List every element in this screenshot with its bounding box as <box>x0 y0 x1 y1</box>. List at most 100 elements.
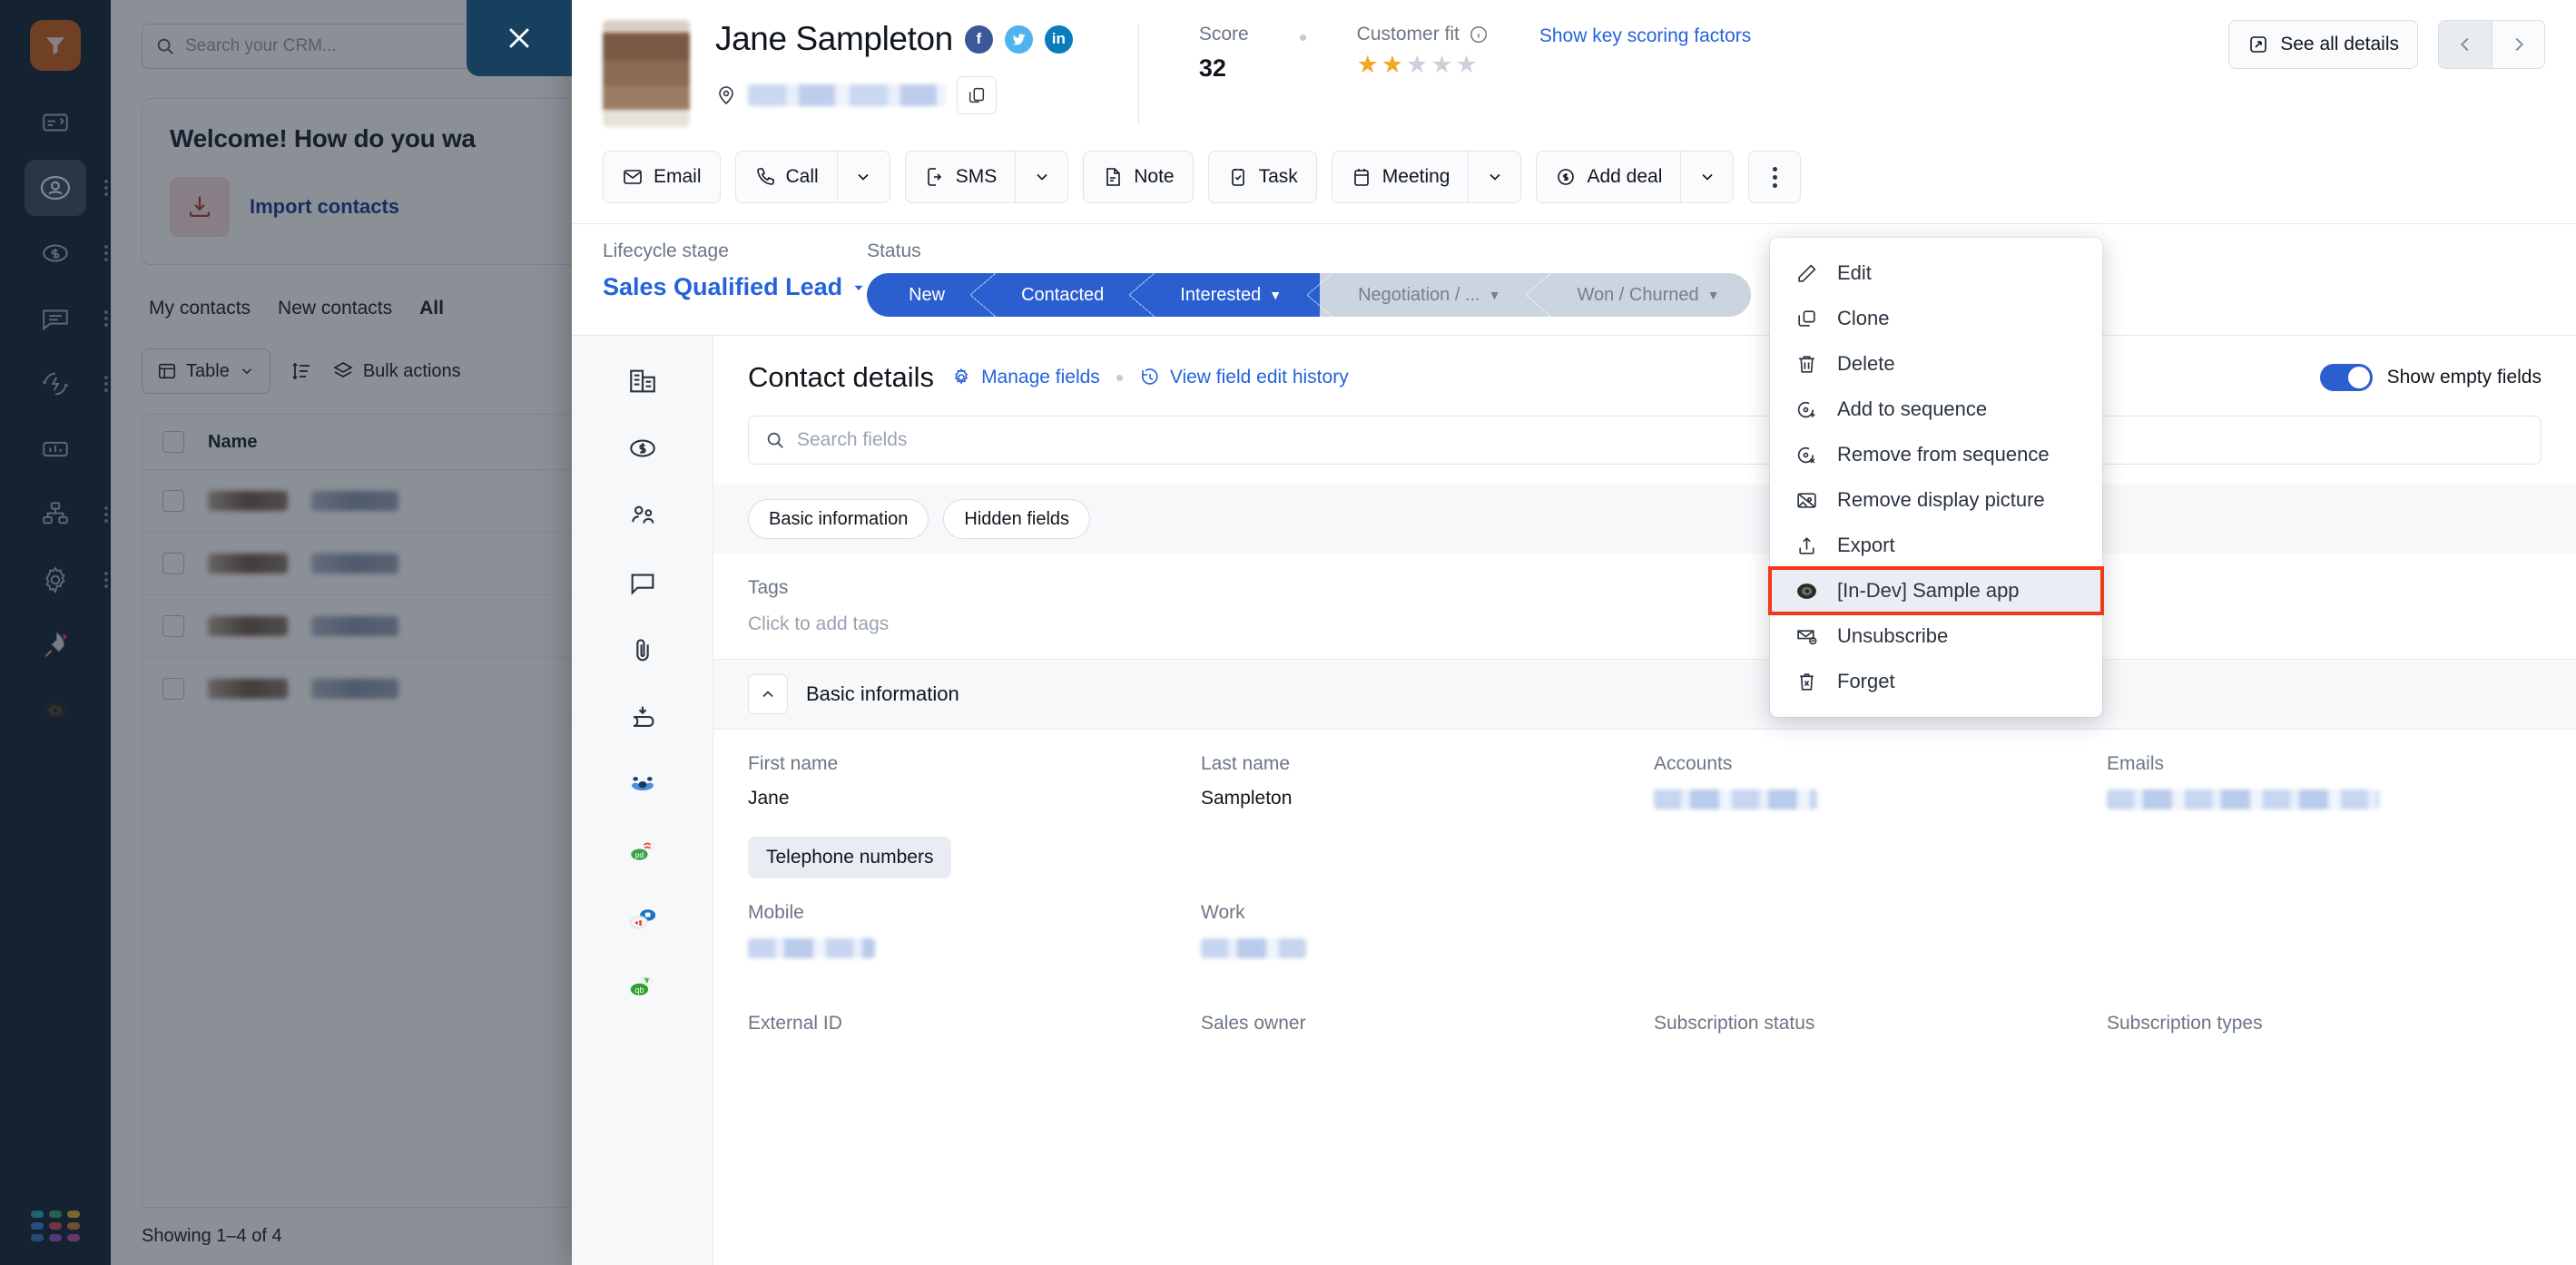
search-fields-input[interactable]: Search fields <box>748 416 2542 465</box>
select-all-checkbox[interactable] <box>162 431 184 453</box>
nav-item-marketplace[interactable] <box>25 617 86 673</box>
menu-item-unsubscribe[interactable]: Unsubscribe <box>1770 613 2102 659</box>
contacts-icon[interactable] <box>623 495 663 535</box>
bulk-actions-button[interactable]: Bulk actions <box>332 360 461 382</box>
menu-item-sample-app[interactable]: [In-Dev] Sample app <box>1768 566 2104 615</box>
meeting-button[interactable]: Meeting <box>1331 151 1522 203</box>
field-external-id: External ID <box>748 1013 1183 1035</box>
menu-item-label: Edit <box>1837 261 1872 284</box>
menu-item-export[interactable]: Export <box>1770 523 2102 568</box>
deals-icon[interactable] <box>623 428 663 468</box>
nav-item-menu-dots[interactable] <box>104 177 108 199</box>
crm-search-input[interactable]: Search your CRM... <box>142 24 500 69</box>
add-deal-button[interactable]: Add deal <box>1536 151 1735 203</box>
status-step-won-churned[interactable]: Won / Churned ▼ <box>1539 273 1751 317</box>
field-value[interactable]: Jane <box>748 788 1183 809</box>
row-checkbox[interactable] <box>162 678 184 700</box>
nav-item-menu-dots[interactable] <box>104 373 108 395</box>
nav-item-menu-dots[interactable] <box>104 242 108 264</box>
previous-record-button[interactable] <box>2439 21 2492 68</box>
nav-item-contacts[interactable] <box>25 160 108 216</box>
menu-item-remove-display-picture[interactable]: Remove display picture <box>1770 477 2102 523</box>
see-all-details-button[interactable]: See all details <box>2228 20 2418 69</box>
sort-button[interactable] <box>290 360 312 382</box>
app-logo[interactable] <box>30 20 81 71</box>
app-blue-icon[interactable] <box>623 898 663 938</box>
redacted-value[interactable] <box>2107 789 2379 809</box>
redacted-value[interactable] <box>1654 789 1817 809</box>
column-header-name[interactable]: Name <box>208 432 257 453</box>
menu-item-forget[interactable]: Forget <box>1770 659 2102 704</box>
tab-all[interactable]: All <box>412 289 464 332</box>
nav-item-deals[interactable] <box>25 225 108 281</box>
row-checkbox[interactable] <box>162 615 184 637</box>
status-step-negotiation[interactable]: Negotiation / ... ▼ <box>1320 273 1552 317</box>
show-empty-fields-toggle[interactable] <box>2319 364 2373 391</box>
add-deal-label: Add deal <box>1587 166 1663 187</box>
nav-item-conversations[interactable] <box>25 290 108 347</box>
view-type-button[interactable]: Table <box>142 348 270 394</box>
chip-hidden-fields[interactable]: Hidden fields <box>943 499 1091 539</box>
menu-item-edit[interactable]: Edit <box>1770 250 2102 296</box>
task-button[interactable]: Task <box>1207 151 1317 203</box>
nav-item-dashboard[interactable] <box>25 94 86 151</box>
app-switcher-grid[interactable] <box>31 1211 80 1241</box>
nav-item-menu-dots[interactable] <box>104 569 108 591</box>
status-step-new[interactable]: New <box>867 273 997 317</box>
sms-dropdown-toggle[interactable] <box>1015 152 1067 202</box>
call-button[interactable]: Call <box>734 151 890 203</box>
company-icon[interactable] <box>623 361 663 401</box>
show-key-scoring-factors-link[interactable]: Show key scoring factors <box>1539 24 1751 83</box>
nav-item-sample-app[interactable] <box>25 682 86 739</box>
linkedin-icon[interactable]: in <box>1044 25 1073 54</box>
nav-item-menu-dots[interactable] <box>104 308 108 329</box>
menu-item-add-to-sequence[interactable]: Add to sequence <box>1770 387 2102 432</box>
menu-item-delete[interactable]: Delete <box>1770 341 2102 387</box>
app-bear-icon[interactable] <box>623 764 663 804</box>
nav-item-automation[interactable] <box>25 356 108 412</box>
tab-my-contacts[interactable]: My contacts <box>142 289 270 332</box>
redacted-value[interactable] <box>1201 938 1306 958</box>
status-step-contacted[interactable]: Contacted <box>983 273 1155 317</box>
row-checkbox[interactable] <box>162 490 184 512</box>
chip-basic-information[interactable]: Basic information <box>748 499 929 539</box>
nav-item-apps[interactable] <box>25 486 108 543</box>
nav-item-settings[interactable] <box>25 552 108 608</box>
conversations-icon[interactable] <box>623 563 663 603</box>
activities-icon[interactable] <box>623 697 663 737</box>
copy-icon[interactable] <box>957 76 997 114</box>
close-icon[interactable] <box>467 0 572 76</box>
customer-fit-stars[interactable]: ★ ★ ★ ★ ★ <box>1357 53 1489 77</box>
email-button[interactable]: Email <box>603 151 721 203</box>
section-header-basic-information: Basic information <box>713 659 2576 730</box>
collapse-section-button[interactable] <box>748 674 788 714</box>
note-button[interactable]: Note <box>1083 151 1194 203</box>
add-deal-dropdown-toggle[interactable] <box>1680 152 1733 202</box>
attachments-icon[interactable] <box>623 630 663 670</box>
menu-item-clone[interactable]: Clone <box>1770 296 2102 341</box>
nav-item-reports[interactable] <box>25 421 86 477</box>
lifecycle-stage-value[interactable]: Sales Qualified Lead <box>603 273 867 301</box>
manage-fields-link[interactable]: Manage fields <box>950 367 1100 388</box>
more-actions-button[interactable] <box>1748 151 1802 203</box>
meeting-dropdown-toggle[interactable] <box>1468 152 1520 202</box>
import-contacts-link[interactable]: Import contacts <box>250 195 399 219</box>
app-pandadoc-icon[interactable]: pd <box>623 831 663 871</box>
facebook-icon[interactable]: f <box>964 25 993 54</box>
tab-new-contacts[interactable]: New contacts <box>270 289 412 332</box>
nav-item-menu-dots[interactable] <box>104 504 108 525</box>
menu-item-remove-from-sequence[interactable]: Remove from sequence <box>1770 432 2102 477</box>
chevron-down-icon <box>1490 173 1500 181</box>
tags-field[interactable]: Tags Click to add tags <box>713 554 2576 659</box>
next-record-button[interactable] <box>2492 21 2544 68</box>
view-field-edit-history-link[interactable]: View field edit history <box>1139 367 1349 388</box>
tags-value[interactable]: Click to add tags <box>748 613 2542 635</box>
twitter-icon[interactable] <box>1004 25 1033 54</box>
status-step-interested[interactable]: Interested ▼ <box>1142 273 1332 317</box>
sms-button[interactable]: SMS <box>904 151 1069 203</box>
app-quickbooks-icon[interactable]: qb <box>623 966 663 1005</box>
redacted-value[interactable] <box>748 938 875 958</box>
row-checkbox[interactable] <box>162 553 184 574</box>
call-dropdown-toggle[interactable] <box>836 152 890 202</box>
field-value[interactable]: Sampleton <box>1201 788 1636 809</box>
